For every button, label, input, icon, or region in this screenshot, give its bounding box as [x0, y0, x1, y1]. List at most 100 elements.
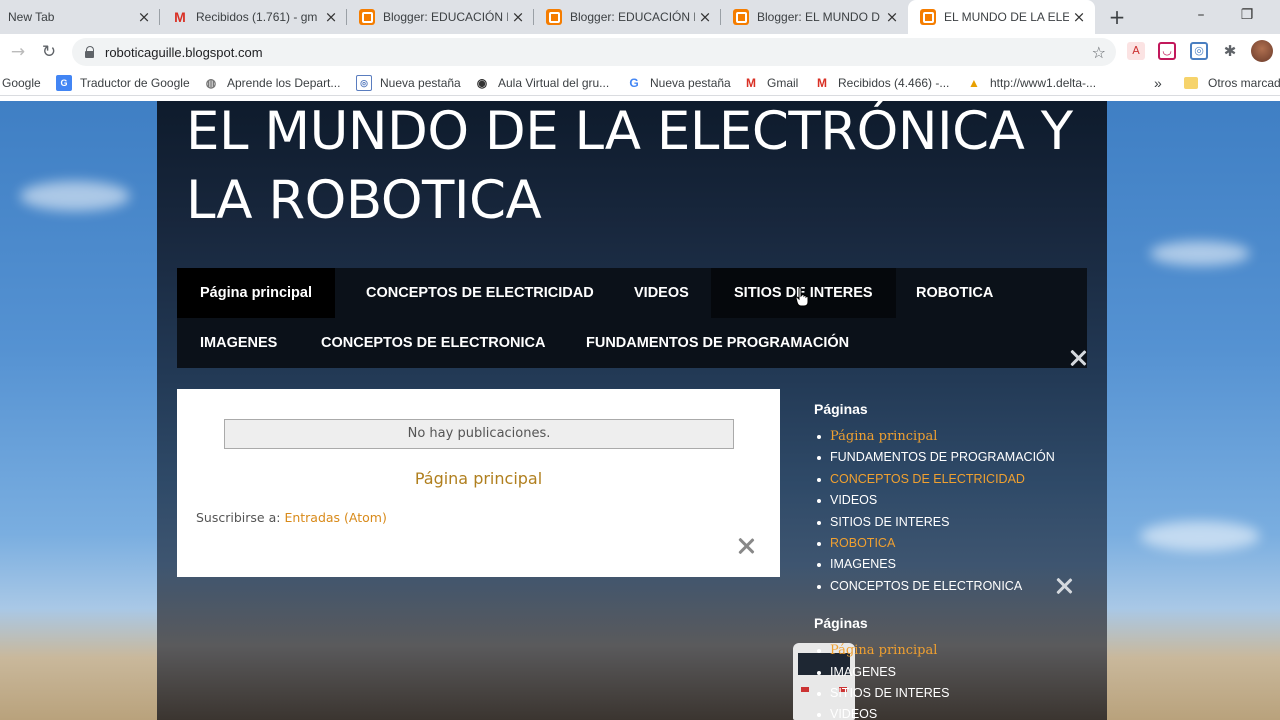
close-icon[interactable]: ×	[1069, 8, 1089, 26]
blog-title[interactable]: EL MUNDO DE LA ELECTRÓNICA Y LA ROBOTICA	[186, 101, 1086, 235]
nav-tab-pagina-principal[interactable]: Página principal	[177, 268, 335, 318]
nav-tab-conceptos-electronica[interactable]: CONCEPTOS DE ELECTRONICA	[298, 318, 569, 368]
new-tab-button[interactable]: +	[1104, 4, 1130, 30]
translate-icon: G	[56, 75, 72, 91]
edit-tools-icon[interactable]	[1069, 349, 1087, 367]
sidebar-link-sitios-de-interes[interactable]: SITIOS DE INTERES	[814, 512, 1084, 533]
tab-title: Blogger: EDUCACIÓN D	[570, 10, 695, 24]
address-bar[interactable]: roboticaguille.blogspot.com ☆	[72, 38, 1116, 66]
lock-icon	[85, 46, 95, 58]
sidebar-link-pagina-principal[interactable]: Página principal	[814, 426, 1084, 447]
bookmark-label: Aprende los Depart...	[227, 76, 341, 90]
close-icon[interactable]: ×	[508, 8, 528, 26]
bookmark-label: Gmail	[767, 76, 799, 90]
tab-active[interactable]: EL MUNDO DE LA ELEC ×	[908, 0, 1095, 34]
tab-blogger-1[interactable]: Blogger: EDUCACIÓN D ×	[347, 0, 534, 34]
tab-blogger-3[interactable]: Blogger: EL MUNDO D ×	[721, 0, 908, 34]
bookmark-aprende[interactable]: ◍ Aprende los Depart...	[203, 70, 341, 96]
blog-title-line2: LA ROBOTICA	[186, 170, 542, 231]
sidebar-pages-widget-1: Páginas Página principal FUNDAMENTOS DE …	[814, 401, 1084, 597]
screenshot-extension-icon[interactable]: ◎	[1190, 42, 1208, 60]
atom-feed-link[interactable]: Entradas (Atom)	[284, 510, 386, 525]
bookmark-nueva-pestana-2[interactable]: G Nueva pestaña	[626, 70, 730, 96]
background-cloud	[1150, 241, 1250, 266]
sidebar-link-imagenes[interactable]: IMAGENES	[814, 662, 1084, 683]
bookmark-gmail[interactable]: M Gmail	[743, 70, 798, 96]
other-bookmarks-folder[interactable]: Otros marcad	[1184, 70, 1280, 96]
blogger-icon	[733, 9, 749, 25]
newtab-icon: ◎	[356, 75, 372, 91]
pages-nav-bar: Página principal CONCEPTOS DE ELECTRICID…	[177, 268, 1087, 368]
tab-title: Blogger: EL MUNDO D	[757, 10, 880, 24]
sidebar-link-fundamentos-programacion[interactable]: FUNDAMENTOS DE PROGRAMACIÓN	[814, 447, 1084, 468]
close-icon[interactable]: ×	[321, 8, 341, 26]
page-viewport: EL MUNDO DE LA ELECTRÓNICA Y LA ROBOTICA…	[0, 101, 1280, 720]
close-icon[interactable]: ×	[695, 8, 715, 26]
hand-cursor-icon	[795, 287, 809, 307]
reload-icon[interactable]: ↻	[37, 40, 61, 64]
bookmark-label: Google	[2, 76, 41, 90]
tab-strip: New Tab × M Recibidos (1.761) - gm × Blo…	[0, 0, 1280, 34]
globe-icon: ◍	[205, 76, 217, 90]
nav-tab-fundamentos-programacion[interactable]: FUNDAMENTOS DE PROGRAMACIÓN	[563, 318, 872, 368]
edit-tools-icon[interactable]	[737, 537, 755, 555]
edit-tools-icon[interactable]	[1055, 577, 1073, 595]
bookmark-recibidos[interactable]: M Recibidos (4.466) -...	[814, 70, 949, 96]
nav-tab-imagenes[interactable]: IMAGENES	[177, 318, 300, 368]
background-cloud	[20, 181, 130, 211]
bookmark-translate[interactable]: G Traductor de Google	[56, 70, 190, 96]
globe-icon: ◉	[476, 76, 488, 90]
bookmark-label: http://www1.delta-...	[990, 76, 1097, 90]
restore-button[interactable]: ❐	[1224, 0, 1270, 34]
avatar[interactable]	[1251, 40, 1273, 62]
close-icon[interactable]: ×	[882, 8, 902, 26]
tab-blogger-2[interactable]: Blogger: EDUCACIÓN D ×	[534, 0, 721, 34]
tab-title: New Tab	[8, 10, 55, 24]
sidebar-pages-widget-2: Páginas Página principal IMAGENES SITIOS…	[814, 615, 1084, 720]
blog-title-line1: EL MUNDO DE LA ELECTRÓNICA Y	[186, 101, 1073, 162]
home-page-link-text[interactable]: Página principal	[415, 469, 542, 488]
tab-new-tab[interactable]: New Tab ×	[0, 0, 160, 34]
bookmark-aula-virtual[interactable]: ◉ Aula Virtual del gru...	[474, 70, 609, 96]
subscribe-label: Suscribirse a:	[196, 510, 281, 525]
bookmark-label: Nueva pestaña	[380, 76, 461, 90]
sidebar-link-pagina-principal[interactable]: Página principal	[814, 640, 1084, 661]
sidebar-link-videos[interactable]: VIDEOS	[814, 704, 1084, 720]
bookmark-nueva-pestana-1[interactable]: ◎ Nueva pestaña	[356, 70, 461, 96]
minimize-button[interactable]: –	[1178, 0, 1224, 34]
tab-title: EL MUNDO DE LA ELEC	[944, 10, 1069, 24]
sidebar-link-conceptos-electricidad[interactable]: CONCEPTOS DE ELECTRICIDAD	[814, 469, 1084, 490]
sidebar-link-imagenes[interactable]: IMAGENES	[814, 554, 1084, 575]
tab-gmail[interactable]: M Recibidos (1.761) - gm ×	[160, 0, 347, 34]
widget-heading: Páginas	[814, 615, 868, 632]
sidebar: Páginas Página principal FUNDAMENTOS DE …	[814, 401, 1084, 720]
blogger-icon	[359, 9, 375, 25]
subscribe-line: Suscribirse a: Entradas (Atom)	[196, 510, 387, 525]
gmail-icon: M	[746, 76, 756, 90]
no-posts-message: No hay publicaciones.	[224, 419, 734, 449]
nav-tab-conceptos-electricidad[interactable]: CONCEPTOS DE ELECTRICIDAD	[343, 268, 617, 318]
sidebar-link-conceptos-electronica[interactable]: CONCEPTOS DE ELECTRONICA	[814, 576, 1084, 597]
bookmark-delta[interactable]: ▲ http://www1.delta-...	[966, 70, 1096, 96]
puzzle-icon[interactable]: ✱	[1221, 42, 1239, 60]
more-bookmarks-button[interactable]: »	[1154, 70, 1162, 96]
bookmark-label: Recibidos (4.466) -...	[838, 76, 950, 90]
sidebar-link-videos[interactable]: VIDEOS	[814, 490, 1084, 511]
google-icon: G	[629, 76, 639, 90]
browser-toolbar: → ↻ roboticaguille.blogspot.com ☆ A ◡ ◎ …	[0, 34, 1280, 70]
widget-heading: Páginas	[814, 401, 868, 417]
close-icon[interactable]: ×	[134, 8, 154, 26]
bookmark-google[interactable]: Google	[2, 70, 41, 96]
sidebar-link-sitios-de-interes[interactable]: SITIOS DE INTERES	[814, 683, 1084, 704]
background-cloud	[1140, 521, 1260, 551]
back-arrow-icon[interactable]: →	[6, 40, 30, 64]
nav-tab-robotica[interactable]: ROBOTICA	[893, 268, 1016, 318]
star-icon[interactable]: ☆	[1092, 43, 1106, 62]
pdf-extension-icon[interactable]: A	[1127, 42, 1145, 60]
nav-tab-videos[interactable]: VIDEOS	[611, 268, 712, 318]
bookmark-label: Aula Virtual del gru...	[498, 76, 610, 90]
pocket-extension-icon[interactable]: ◡	[1158, 42, 1176, 60]
tab-title: Blogger: EDUCACIÓN D	[383, 10, 508, 24]
sidebar-link-robotica[interactable]: ROBOTICA	[814, 533, 1084, 554]
main-posts-box: No hay publicaciones. Página principal S…	[177, 389, 780, 577]
